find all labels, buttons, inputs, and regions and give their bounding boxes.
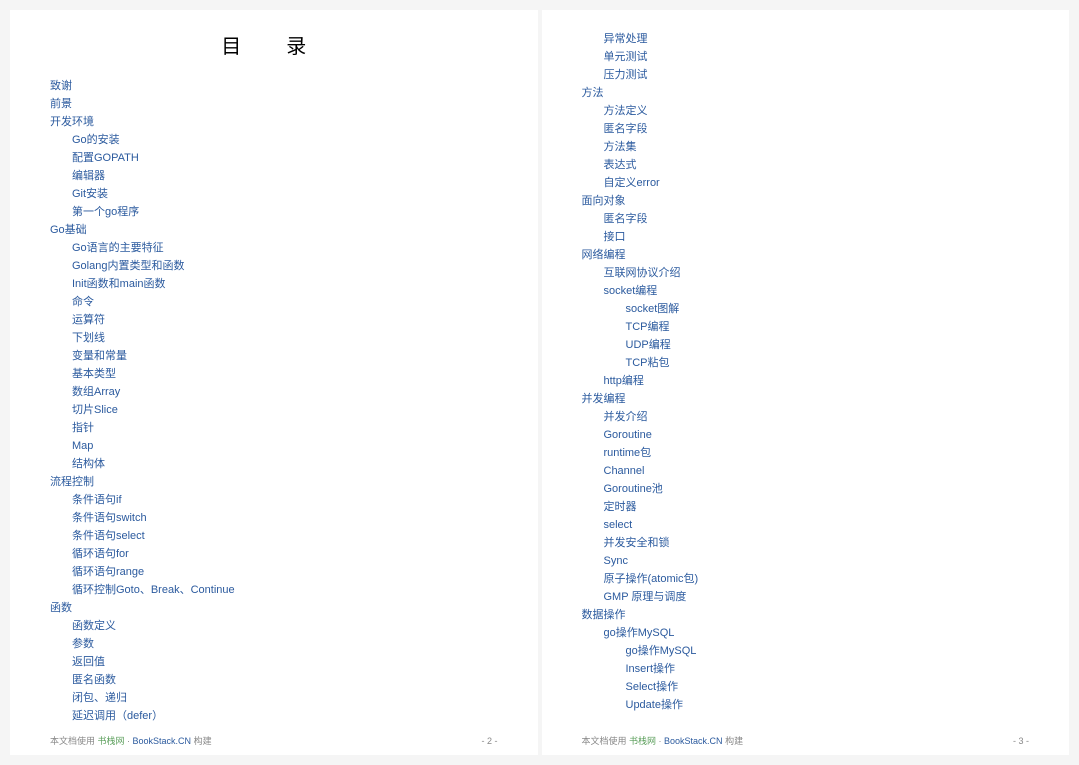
toc-link[interactable]: UDP编程	[582, 336, 1030, 354]
toc-link[interactable]: 延迟调用（defer）	[50, 707, 498, 725]
toc-link[interactable]: 接口	[582, 228, 1030, 246]
toc-link[interactable]: 表达式	[582, 156, 1030, 174]
toc-link[interactable]: 第一个go程序	[50, 203, 498, 221]
page-left: 目 录 致谢前景开发环境Go的安装配置GOPATH编辑器Git安装第一个go程序…	[10, 10, 538, 755]
footer-suffix: 构建	[191, 736, 212, 746]
toc-list-right: 异常处理单元测试压力测试方法方法定义匿名字段方法集表达式自定义error面向对象…	[582, 30, 1030, 714]
toc-link[interactable]: 函数	[50, 599, 498, 617]
toc-link[interactable]: 自定义error	[582, 174, 1030, 192]
toc-link[interactable]: Select操作	[582, 678, 1030, 696]
footer-left: 本文档使用 书栈网 · BookStack.CN 构建 - 2 -	[50, 730, 498, 747]
toc-link[interactable]: 循环语句for	[50, 545, 498, 563]
toc-link[interactable]: 循环控制Goto、Break、Continue	[50, 581, 498, 599]
toc-link[interactable]: 方法定义	[582, 102, 1030, 120]
toc-link[interactable]: 开发环境	[50, 113, 498, 131]
toc-link[interactable]: 面向对象	[582, 192, 1030, 210]
toc-link[interactable]: socket编程	[582, 282, 1030, 300]
toc-link[interactable]: 指针	[50, 419, 498, 437]
toc-link[interactable]: 异常处理	[582, 30, 1030, 48]
toc-link[interactable]: GMP 原理与调度	[582, 588, 1030, 606]
toc-link[interactable]: 条件语句if	[50, 491, 498, 509]
page-right: 异常处理单元测试压力测试方法方法定义匿名字段方法集表达式自定义error面向对象…	[542, 10, 1070, 755]
toc-link[interactable]: 并发安全和锁	[582, 534, 1030, 552]
footer-site[interactable]: BookStack.CN	[664, 736, 723, 746]
footer-brand[interactable]: 书栈网	[629, 736, 656, 746]
footer-site[interactable]: BookStack.CN	[133, 736, 192, 746]
toc-link[interactable]: 条件语句select	[50, 527, 498, 545]
toc-link[interactable]: 前景	[50, 95, 498, 113]
toc-link[interactable]: 命令	[50, 293, 498, 311]
toc-link[interactable]: Sync	[582, 552, 1030, 570]
footer-brand[interactable]: 书栈网	[98, 736, 125, 746]
toc-link[interactable]: 下划线	[50, 329, 498, 347]
toc-link[interactable]: Channel	[582, 462, 1030, 480]
toc-link[interactable]: 函数定义	[50, 617, 498, 635]
toc-link[interactable]: 匿名函数	[50, 671, 498, 689]
toc-link[interactable]: Git安装	[50, 185, 498, 203]
toc-link[interactable]: Go基础	[50, 221, 498, 239]
toc-link[interactable]: Goroutine池	[582, 480, 1030, 498]
toc-link[interactable]: 基本类型	[50, 365, 498, 383]
toc-link[interactable]: 循环语句range	[50, 563, 498, 581]
toc-link[interactable]: 压力测试	[582, 66, 1030, 84]
toc-link[interactable]: go操作MySQL	[582, 642, 1030, 660]
toc-link[interactable]: 单元测试	[582, 48, 1030, 66]
page-number-right: - 3 -	[1013, 736, 1029, 746]
toc-link[interactable]: 致谢	[50, 77, 498, 95]
toc-link[interactable]: 匿名字段	[582, 120, 1030, 138]
toc-link[interactable]: Init函数和main函数	[50, 275, 498, 293]
toc-link[interactable]: 闭包、递归	[50, 689, 498, 707]
toc-link[interactable]: 结构体	[50, 455, 498, 473]
toc-title: 目 录	[50, 30, 498, 59]
toc-link[interactable]: http编程	[582, 372, 1030, 390]
toc-link[interactable]: Update操作	[582, 696, 1030, 714]
footer-prefix: 本文档使用	[582, 736, 630, 746]
footer-text-right: 本文档使用 书栈网 · BookStack.CN 构建	[582, 734, 744, 747]
toc-link[interactable]: 返回值	[50, 653, 498, 671]
toc-link[interactable]: 变量和常量	[50, 347, 498, 365]
toc-link[interactable]: 运算符	[50, 311, 498, 329]
toc-link[interactable]: 流程控制	[50, 473, 498, 491]
toc-link[interactable]: Golang内置类型和函数	[50, 257, 498, 275]
page-number-left: - 2 -	[481, 736, 497, 746]
toc-link[interactable]: 原子操作(atomic包)	[582, 570, 1030, 588]
footer-right: 本文档使用 书栈网 · BookStack.CN 构建 - 3 -	[582, 730, 1030, 747]
toc-link[interactable]: 条件语句switch	[50, 509, 498, 527]
footer-sep: ·	[125, 736, 133, 746]
toc-link[interactable]: 并发介绍	[582, 408, 1030, 426]
toc-link[interactable]: Go的安装	[50, 131, 498, 149]
footer-sep: ·	[656, 736, 664, 746]
toc-link[interactable]: TCP粘包	[582, 354, 1030, 372]
footer-text-left: 本文档使用 书栈网 · BookStack.CN 构建	[50, 734, 212, 747]
footer-suffix: 构建	[723, 736, 744, 746]
toc-link[interactable]: select	[582, 516, 1030, 534]
footer-prefix: 本文档使用	[50, 736, 98, 746]
toc-link[interactable]: 方法	[582, 84, 1030, 102]
toc-link[interactable]: TCP编程	[582, 318, 1030, 336]
toc-link[interactable]: 数据操作	[582, 606, 1030, 624]
toc-link[interactable]: 定时器	[582, 498, 1030, 516]
page-right-content: 异常处理单元测试压力测试方法方法定义匿名字段方法集表达式自定义error面向对象…	[582, 30, 1030, 730]
toc-link[interactable]: 数组Array	[50, 383, 498, 401]
toc-link[interactable]: 网络编程	[582, 246, 1030, 264]
toc-link[interactable]: 配置GOPATH	[50, 149, 498, 167]
toc-link[interactable]: 切片Slice	[50, 401, 498, 419]
toc-link[interactable]: Go语言的主要特征	[50, 239, 498, 257]
toc-link[interactable]: socket图解	[582, 300, 1030, 318]
toc-link[interactable]: 编辑器	[50, 167, 498, 185]
toc-link[interactable]: Goroutine	[582, 426, 1030, 444]
toc-link[interactable]: runtime包	[582, 444, 1030, 462]
page-left-content: 目 录 致谢前景开发环境Go的安装配置GOPATH编辑器Git安装第一个go程序…	[50, 30, 498, 730]
toc-list-left: 致谢前景开发环境Go的安装配置GOPATH编辑器Git安装第一个go程序Go基础…	[50, 77, 498, 725]
toc-link[interactable]: 参数	[50, 635, 498, 653]
toc-link[interactable]: go操作MySQL	[582, 624, 1030, 642]
toc-link[interactable]: Map	[50, 437, 498, 455]
toc-link[interactable]: 互联网协议介绍	[582, 264, 1030, 282]
toc-link[interactable]: 并发编程	[582, 390, 1030, 408]
toc-link[interactable]: Insert操作	[582, 660, 1030, 678]
toc-link[interactable]: 方法集	[582, 138, 1030, 156]
toc-link[interactable]: 匿名字段	[582, 210, 1030, 228]
